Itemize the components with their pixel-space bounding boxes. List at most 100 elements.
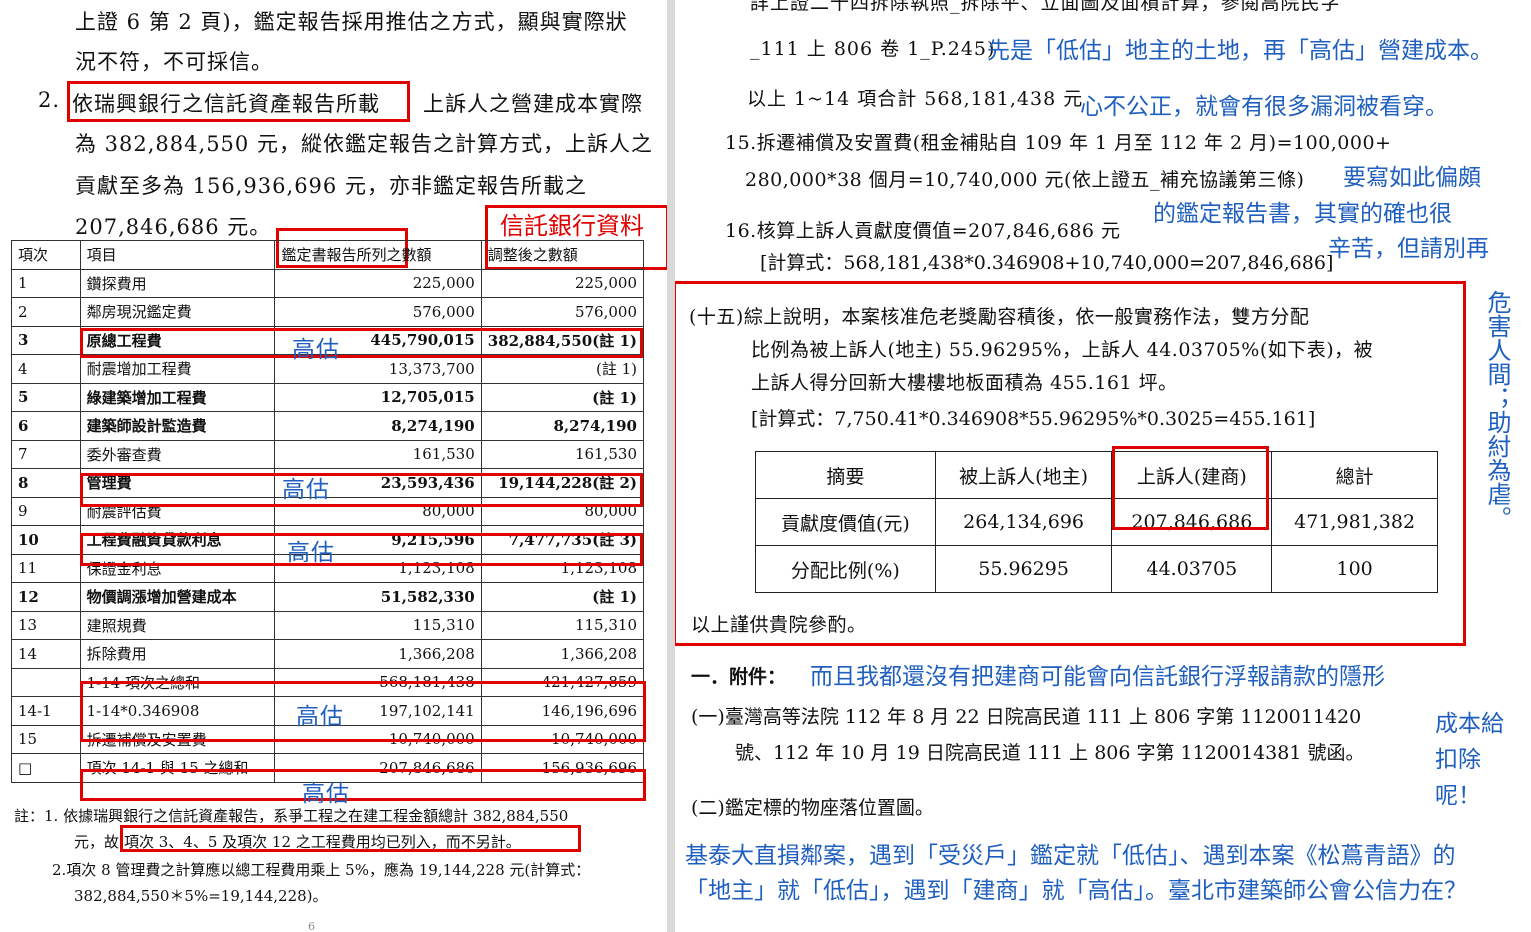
comment-deduct-l3: 呢！: [1435, 783, 1481, 809]
row-adjusted-amount: 225,000: [480, 268, 645, 298]
section15-line3: 上訴人得分回新大樓樓地板面積為 455.161 坪。: [751, 372, 1178, 394]
item16-line: 16.核算上訴人貢獻度價值=207,846,686 元: [725, 220, 1121, 242]
distribution-table: 摘要 被上訴人(地主) 上訴人(建商) 總計 貢獻度價值(元) 264,134,…: [755, 451, 1438, 593]
header-index: 項次: [11, 240, 81, 270]
overestimate-label-4: 高估: [296, 704, 344, 730]
bottom-comment-line1: 基泰大直損鄰案，遇到「受災戶」鑑定就「低估」、遇到本案《松蔦青語》的: [685, 843, 1456, 869]
row-item: 委外審查費: [79, 439, 276, 469]
overestimate-label-3: 高估: [287, 540, 335, 566]
para2-number: 2.: [38, 88, 61, 112]
para2-line4: 207,846,686 元。: [75, 215, 272, 239]
highlight-box-row-3: [80, 328, 643, 358]
row-adjusted-amount: (註 1): [480, 582, 645, 612]
comment-biased-l3: 辛苦，但請別再: [1328, 236, 1489, 262]
table-row: 13 建照規費 115,310 115,310: [11, 610, 645, 640]
row-report-amount: 51,582,330: [274, 582, 482, 612]
row-adjusted-amount: (註 1): [480, 354, 645, 384]
row-index: 11: [11, 553, 81, 583]
row-item: 鄰房現況鑑定費: [79, 297, 276, 327]
table-row: 14 拆除費用 1,366,208 1,366,208: [11, 639, 645, 669]
row-index: 3: [11, 325, 81, 355]
distribution-ratio-row: 分配比例(%) 55.96295 44.03705 100: [755, 545, 1438, 593]
row-item: 物價調漲增加營建成本: [79, 582, 276, 612]
para1-line2: 況不符，不可採信。: [75, 50, 273, 74]
comment-biased-l1: 要寫如此偏頗: [1343, 165, 1481, 191]
attachment1-line1: (一)臺灣高等法院 112 年 8 月 22 日院高民道 111 上 806 字…: [691, 706, 1362, 728]
page-number: 6: [308, 920, 315, 932]
dist-ratio-total: 100: [1271, 545, 1438, 593]
comment-hidden-costs: 而且我都還沒有把建商可能會向信託銀行浮報請款的隱形: [810, 664, 1385, 690]
right-document-page: 詳上證二十四拆除執照_拆除平、立面圖及面積計算，參閱高院民字 _111 上 80…: [675, 0, 1531, 932]
item15-line2: 280,000*38 個月=10,740,000 元(依上證五_補充協議第三條): [745, 169, 1305, 191]
note2-line1: 2.項次 8 管理費之計算應以總工程費用乘上 5%，應為 19,144,228 …: [52, 861, 591, 879]
section15-line1: (十五)綜上說明，本案核准危老獎勵容積後，依一般實務作法，雙方分配: [689, 306, 1310, 328]
comment-deduct-l1: 成本給: [1435, 711, 1504, 737]
table-row: 5 綠建築增加工程費 12,705,015 (註 1): [11, 382, 645, 412]
attachment1-line2: 號、112 年 10 月 19 日院高民道 111 上 806 字第 11200…: [735, 742, 1365, 764]
highlight-box-row-10: [80, 533, 643, 566]
comment-underestimate: 先是「低估」地主的土地，再「高估」營建成本。: [987, 38, 1493, 64]
row-report-amount: 161,530: [274, 439, 482, 469]
overestimate-label-2: 高估: [282, 477, 330, 503]
dist-header-landowner: 被上訴人(地主): [934, 451, 1113, 499]
dist-ratio-landowner: 55.96295: [934, 545, 1113, 593]
row-report-amount: 12,705,015: [274, 382, 482, 412]
table-row: 1 鑽探費用 225,000 225,000: [11, 268, 645, 298]
highlight-box-row-total: [80, 769, 646, 801]
total-line: 以上 1~14 項合計 568,181,438 元: [747, 88, 1084, 110]
highlight-box-note1: [120, 825, 581, 852]
note2-line2: 382,884,550＊5%=19,144,228)。: [74, 887, 328, 905]
header-report-amount: 鑑定書報告所列之數額: [274, 240, 482, 270]
row-index: 9: [11, 496, 81, 526]
note1-line1: 註：1. 依據瑞興銀行之信託資產報告，系爭工程之在建工程金額總計 382,884…: [14, 807, 569, 825]
dist-value-landowner: 264,134,696: [934, 498, 1113, 546]
row-item: 拆除費用: [79, 639, 276, 669]
item16-calculation: [計算式：568,181,438*0.346908+10,740,000=207…: [760, 252, 1334, 274]
row-adjusted-amount: 8,274,190: [480, 411, 645, 441]
comment-vertical: 危害人間；助紂為虐。: [1483, 290, 1511, 530]
dist-header-total: 總計: [1271, 451, 1438, 499]
highlight-box-rows-sum: [80, 681, 646, 742]
row-adjusted-amount: (註 1): [480, 382, 645, 412]
section15-calculation: [計算式：7,750.41*0.346908*55.96295%*0.3025=…: [751, 408, 1316, 430]
para1-line1: 上證 6 第 2 頁)，鑑定報告採用推估之方式，顯與實際狀: [75, 10, 628, 34]
row-report-amount: 1,366,208: [274, 639, 482, 669]
table-header-row: 項次 項目 鑑定書報告所列之數額 調整後之數額: [11, 240, 645, 270]
closing-line: 以上謹供貴院參酌。: [691, 614, 867, 636]
row-adjusted-amount: 161,530: [480, 439, 645, 469]
highlight-box-trust-report: [67, 81, 410, 122]
table-row: 6 建築師設計監造費 8,274,190 8,274,190: [11, 411, 645, 441]
overestimate-label-5: 高估: [302, 781, 350, 807]
dist-header-summary: 摘要: [755, 451, 936, 499]
row-item: 建築師設計監造費: [79, 411, 276, 441]
row-adjusted-amount: 115,310: [480, 610, 645, 640]
row-index: [11, 667, 81, 697]
dist-ratio-label: 分配比例(%): [755, 545, 936, 593]
row-report-amount: 225,000: [274, 268, 482, 298]
row-index: 2: [11, 297, 81, 327]
table-row: 2 鄰房現況鑑定費 576,000 576,000: [11, 297, 645, 327]
distribution-value-row: 貢獻度價值(元) 264,134,696 207,846,686 471,981…: [755, 498, 1438, 546]
row-index: □: [11, 753, 81, 783]
row-index: 5: [11, 382, 81, 412]
row-report-amount: 115,310: [274, 610, 482, 640]
row-item: 建照規費: [79, 610, 276, 640]
comment-unfair: 心不公正，就會有很多漏洞被看穿。: [1080, 94, 1448, 120]
row-index: 7: [11, 439, 81, 469]
highlight-box-row-8: [80, 473, 643, 507]
item15-line1: 15.拆遷補償及安置費(租金補貼自 109 年 1 月至 112 年 2 月)=…: [725, 132, 1392, 154]
para2-line3: 貢獻至多為 156,936,696 元，亦非鑑定報告所載之: [75, 174, 587, 198]
row-index: 12: [11, 582, 81, 612]
top-cut-line: 詳上證二十四拆除執照_拆除平、立面圖及面積計算，參閱高院民字: [750, 0, 1341, 14]
row-index: 14-1: [11, 696, 81, 726]
row-item: 耐震增加工程費: [79, 354, 276, 384]
dist-value-label: 貢獻度價值(元): [755, 498, 936, 546]
row-item: 鑽探費用: [79, 268, 276, 298]
attachment-label: 一．附件：: [691, 666, 787, 688]
row-item: 綠建築增加工程費: [79, 382, 276, 412]
row-index: 1: [11, 268, 81, 298]
section15-line2: 比例為被上訴人(地主) 55.96295%，上訴人 44.03705%(如下表)…: [751, 339, 1374, 361]
highlight-box-builder-value: [1112, 446, 1269, 530]
row-index: 13: [11, 610, 81, 640]
note1-line2-pre: 元，故: [74, 833, 120, 851]
